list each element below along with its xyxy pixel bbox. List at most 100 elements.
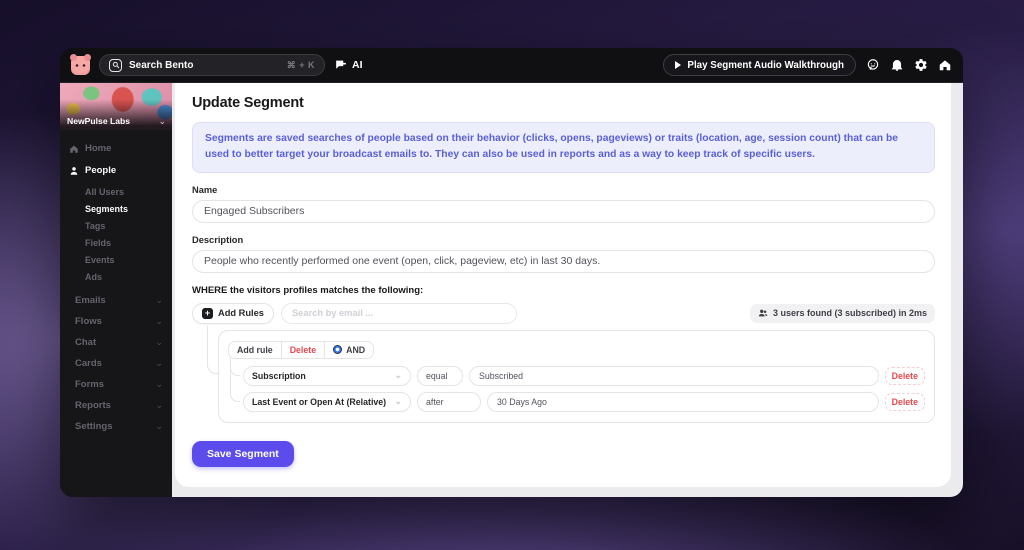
save-segment-button[interactable]: Save Segment: [192, 440, 294, 467]
rule-operator-input[interactable]: [417, 365, 463, 386]
chevron-down-icon: ⌄: [155, 295, 163, 305]
add-rules-label: Add Rules: [218, 308, 264, 319]
sidebar-section-label: Chat: [75, 337, 97, 348]
rule-value-input[interactable]: [487, 391, 879, 412]
rule-operator-input[interactable]: [417, 391, 481, 412]
users-icon: [758, 310, 768, 317]
results-count-text: 3 users found (3 subscribed) in 2ms: [772, 308, 927, 319]
play-walkthrough-label: Play Segment Audio Walkthrough: [687, 59, 844, 71]
segment-info-banner: Segments are saved searches of people ba…: [192, 122, 935, 173]
chevron-down-icon: ⌄: [155, 337, 163, 347]
chevron-down-icon: ⌄: [155, 421, 163, 431]
add-rules-icon: +: [202, 307, 213, 319]
chevron-down-icon: ⌄: [155, 316, 163, 326]
chevron-down-icon: ⌄: [155, 379, 163, 389]
sidebar-item-home[interactable]: Home: [69, 140, 163, 157]
notifications-bell-icon[interactable]: [889, 58, 904, 73]
email-search-input[interactable]: [280, 302, 517, 324]
chevron-down-icon: ⌄: [394, 396, 402, 407]
workspace-chevron-icon: ⌄: [158, 116, 166, 126]
radio-selected-icon: [333, 345, 343, 355]
sidebar: NewPulse Labs ⌄ Home People All Users Se…: [60, 83, 172, 497]
bento-logo[interactable]: [70, 53, 91, 75]
tree-connector: [230, 359, 240, 402]
sidebar-section-label: Reports: [75, 400, 111, 411]
ai-label: AI: [352, 59, 363, 71]
workspace-switcher[interactable]: NewPulse Labs ⌄: [60, 83, 172, 130]
rule-tree: Add rule Delete AND Subscription ⌄ equal…: [192, 325, 935, 423]
add-rule-button[interactable]: Add rule: [229, 342, 281, 358]
sidebar-subitem-label: Segments: [85, 203, 129, 214]
sidebar-item-all-users[interactable]: All Users: [85, 184, 163, 199]
conjunction-label: AND: [346, 344, 366, 355]
sidebar-item-chat[interactable]: Chat ⌄: [69, 332, 163, 353]
tree-connector: [207, 325, 218, 374]
home-icon: [69, 144, 79, 154]
search-icon: [109, 58, 122, 72]
page-title: Update Segment: [192, 95, 304, 111]
sidebar-subitem-label: Events: [85, 254, 115, 265]
rule-value-input[interactable]: [469, 365, 879, 386]
ai-button[interactable]: AI: [334, 59, 363, 72]
sidebar-item-cards[interactable]: Cards ⌄: [69, 353, 163, 374]
workspace-name: NewPulse Labs: [67, 116, 131, 126]
sidebar-item-events[interactable]: Events: [85, 252, 163, 267]
rules-toolbar: + Add Rules 3 users found (3 subscribed)…: [192, 302, 935, 324]
conjunction-toggle[interactable]: AND: [324, 341, 373, 358]
chevron-down-icon: ⌄: [155, 400, 163, 410]
sidebar-item-segments[interactable]: Segments: [85, 201, 163, 216]
sidebar-section-label: Cards: [75, 358, 102, 369]
top-bar: Search Bento ⌘ + K AI Play Segment Audio…: [60, 48, 963, 83]
sidebar-item-tags[interactable]: Tags: [85, 218, 163, 233]
global-search-button[interactable]: Search Bento ⌘ + K: [99, 54, 325, 76]
rule-field-value: Subscription: [252, 370, 306, 381]
sidebar-item-people[interactable]: People: [69, 162, 163, 179]
bento-logo-face: [75, 63, 86, 67]
home-icon[interactable]: [937, 58, 952, 73]
sidebar-item-ads[interactable]: Ads: [85, 269, 163, 284]
rule-field-value: Last Event or Open At (Relative): [252, 396, 387, 407]
description-label: Description: [192, 234, 244, 245]
sidebar-item-label: People: [85, 165, 117, 176]
segment-form-card: Update Segment Segments are saved search…: [175, 83, 951, 487]
search-placeholder: Search Bento: [129, 59, 194, 71]
play-walkthrough-button[interactable]: Play Segment Audio Walkthrough: [663, 54, 856, 76]
chevron-down-icon: ⌄: [155, 358, 163, 368]
support-chat-icon[interactable]: [865, 58, 880, 73]
sidebar-item-settings[interactable]: Settings ⌄: [69, 416, 163, 437]
search-shortcut: ⌘ + K: [286, 59, 315, 70]
rule-rows: Subscription ⌄ Delete Last Event: [230, 357, 925, 412]
results-count-badge: 3 users found (3 subscribed) in 2ms: [749, 303, 935, 323]
sidebar-item-forms[interactable]: Forms ⌄: [69, 374, 163, 395]
rule-field-select[interactable]: Subscription ⌄: [243, 365, 411, 386]
play-icon: [675, 61, 682, 69]
rule-group: Add rule Delete AND Subscription ⌄ equal…: [218, 329, 935, 423]
sidebar-section-label: Emails: [75, 295, 106, 306]
rule-row: Last Event or Open At (Relative) ⌄ Delet…: [230, 359, 925, 412]
sidebar-subitem-label: Fields: [85, 237, 112, 248]
sidebar-subitem-label: Tags: [85, 220, 106, 231]
sidebar-section-label: Forms: [75, 379, 105, 390]
sidebar-item-reports[interactable]: Reports ⌄: [69, 395, 163, 416]
delete-group-button[interactable]: Delete: [280, 341, 324, 358]
rule-field-select[interactable]: Last Event or Open At (Relative) ⌄: [243, 391, 411, 412]
sidebar-subitem-label: All Users: [85, 186, 125, 197]
sidebar-item-fields[interactable]: Fields: [85, 235, 163, 250]
settings-gear-icon[interactable]: [913, 58, 928, 73]
rule-row: Subscription ⌄ Delete: [230, 357, 925, 386]
main-area: Update Segment Segments are saved search…: [172, 83, 963, 497]
delete-rule-button[interactable]: Delete: [884, 366, 925, 385]
sidebar-item-emails[interactable]: Emails ⌄: [69, 290, 163, 311]
sidebar-item-label: Home: [85, 143, 112, 154]
ai-icon: [334, 59, 347, 72]
segment-name-input[interactable]: [192, 199, 935, 223]
add-rules-button[interactable]: + Add Rules: [192, 302, 274, 324]
delete-rule-button[interactable]: Delete: [884, 392, 925, 411]
sidebar-item-flows[interactable]: Flows ⌄: [69, 311, 163, 332]
segment-description-input[interactable]: [192, 249, 935, 273]
sidebar-section-label: Flows: [75, 316, 102, 327]
sidebar-subitem-label: Ads: [85, 271, 103, 282]
sidebar-section-label: Settings: [75, 421, 113, 432]
app-window: Search Bento ⌘ + K AI Play Segment Audio…: [60, 48, 963, 497]
sidebar-nav: Home People All Users Segments Tags Fiel…: [60, 130, 172, 497]
